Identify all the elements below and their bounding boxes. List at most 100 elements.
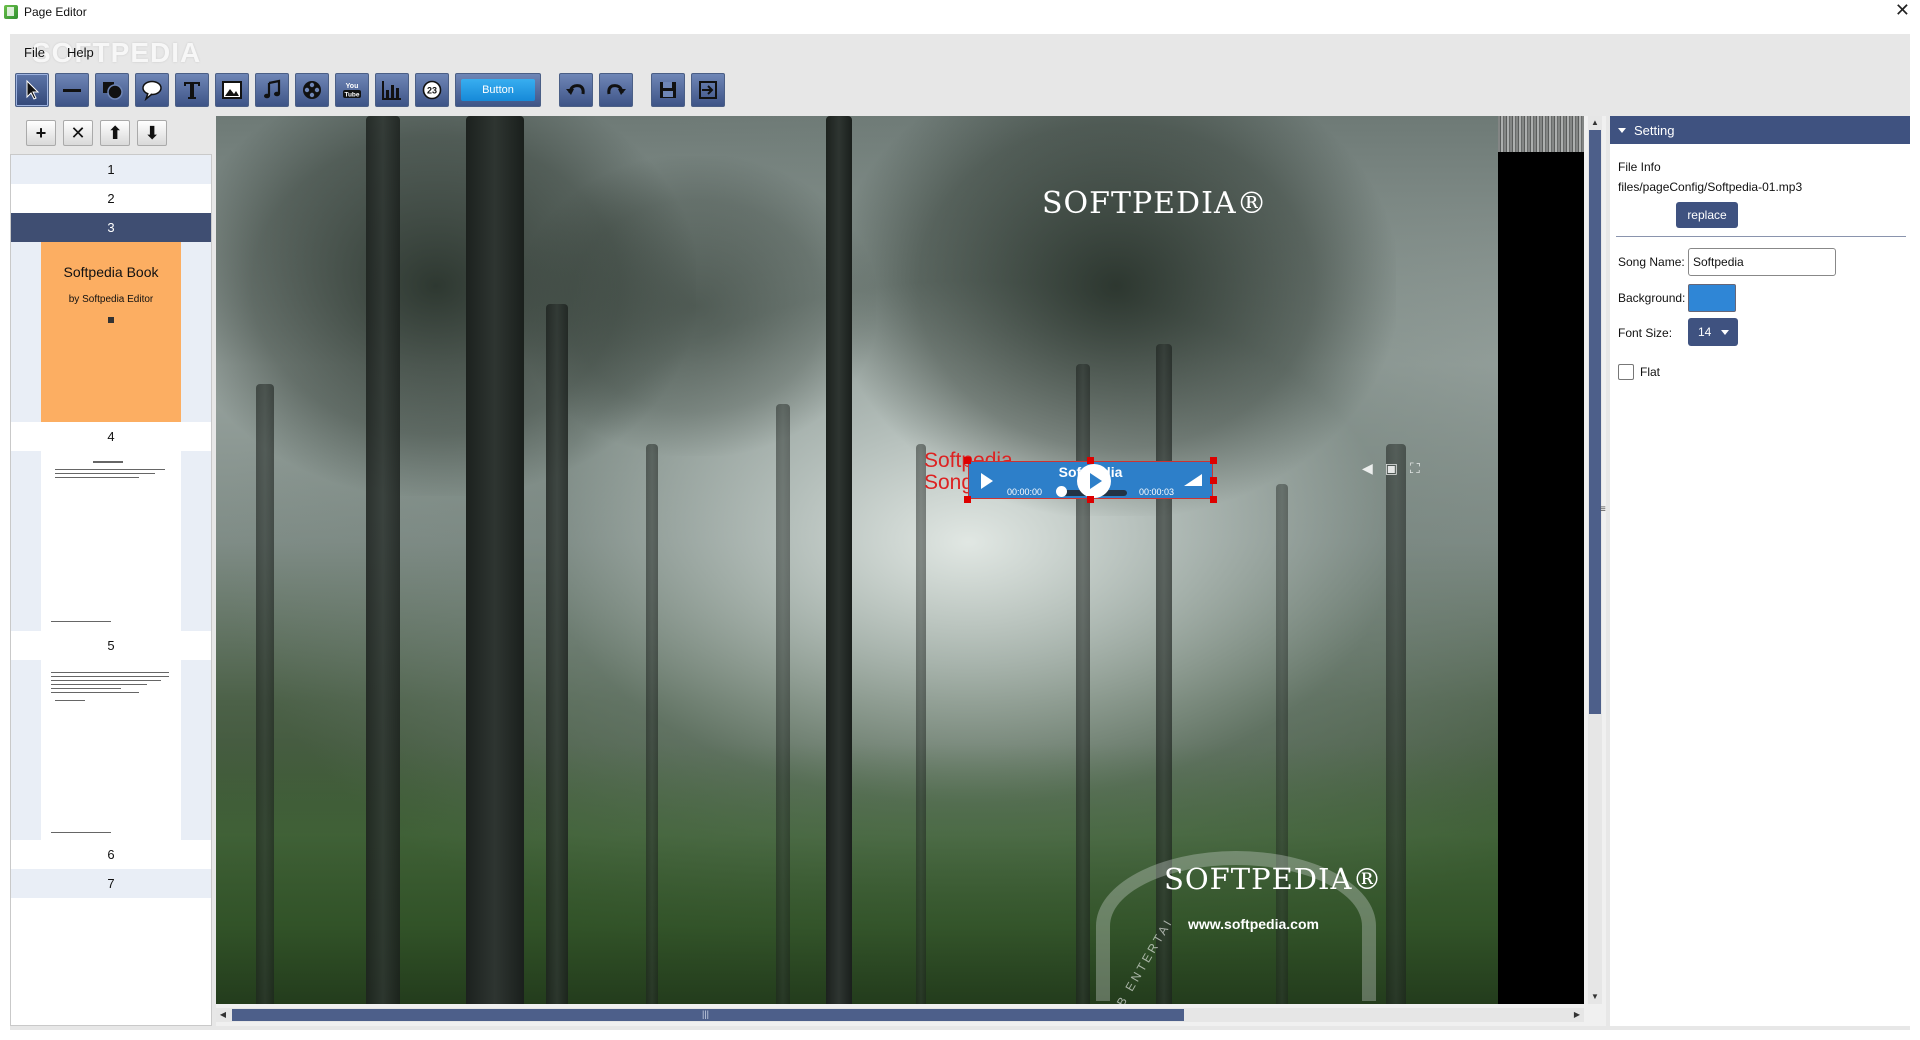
- svg-text:23: 23: [427, 86, 437, 96]
- softpedia-url: www.softpedia.com: [1188, 916, 1319, 932]
- menu-file[interactable]: File: [16, 45, 53, 60]
- page-panel: + ✕ ⬆ ⬇ 1 2 3 Softpedia Book by Softpedi…: [10, 116, 212, 1026]
- select-tool-button[interactable]: [15, 73, 49, 107]
- video-tool-button[interactable]: [295, 73, 329, 107]
- chevron-down-icon: [1721, 330, 1729, 335]
- video-controls: ◀ ▣ ⛶: [1362, 460, 1420, 477]
- canvas-area: SOFTPEDIA® SOFTPEDIA® www.softpedia.com …: [216, 116, 1606, 1026]
- big-play-icon[interactable]: [1077, 464, 1111, 498]
- text-t-icon: [184, 82, 200, 99]
- vertical-scrollbar[interactable]: ▲ ▼: [1588, 116, 1602, 1004]
- undo-button[interactable]: [559, 73, 593, 107]
- scroll-right-arrow-icon[interactable]: ▶: [1570, 1008, 1584, 1022]
- exit-button[interactable]: [691, 73, 725, 107]
- add-page-button[interactable]: +: [26, 120, 56, 146]
- redo-button[interactable]: [599, 73, 633, 107]
- noise-strip: [1498, 116, 1584, 152]
- page-item-1[interactable]: 1: [11, 155, 211, 184]
- button-widget-tool[interactable]: Button: [455, 73, 541, 107]
- shapes-icon: [103, 82, 123, 100]
- fullscreen-icon[interactable]: ⛶: [1410, 460, 1420, 477]
- move-page-up-button[interactable]: ⬆: [100, 120, 130, 146]
- softpedia-logo-top: SOFTPEDIA®: [1042, 186, 1268, 221]
- line-icon: [63, 89, 81, 92]
- background-color-swatch[interactable]: [1688, 284, 1736, 312]
- divider: [1616, 236, 1906, 237]
- speech-balloon-icon: [142, 80, 162, 101]
- file-info-label: File Info: [1618, 160, 1661, 174]
- caption-icon[interactable]: ▣: [1385, 460, 1398, 477]
- quiz-tool-button[interactable]: 23: [415, 73, 449, 107]
- setting-title: Setting: [1634, 122, 1675, 138]
- setting-header[interactable]: Setting: [1610, 116, 1910, 144]
- page-item-3[interactable]: 3: [11, 213, 211, 242]
- film-reel-icon: [303, 81, 321, 99]
- resize-handle-e[interactable]: [1210, 477, 1217, 484]
- undo-icon: [566, 84, 585, 95]
- delete-page-button[interactable]: ✕: [63, 120, 93, 146]
- font-size-select[interactable]: 14: [1688, 318, 1738, 346]
- page-item-4[interactable]: 4: [11, 422, 211, 451]
- scroll-grip-icon: |||: [702, 1009, 710, 1019]
- youtube-tool-button[interactable]: You Tube: [335, 73, 369, 107]
- panel-splitter-grip[interactable]: ≡: [1600, 504, 1608, 515]
- arrow-cursor-icon: [26, 79, 40, 100]
- resize-handle-se[interactable]: [1210, 496, 1217, 503]
- font-size-label: Font Size:: [1618, 326, 1673, 340]
- line-tool-button[interactable]: [55, 73, 89, 107]
- background-label: Background:: [1618, 291, 1686, 305]
- toolbar: You Tube 23 Button: [15, 72, 731, 108]
- redo-icon: [607, 84, 626, 95]
- scroll-down-arrow-icon[interactable]: ▼: [1588, 990, 1602, 1004]
- save-button[interactable]: [651, 73, 685, 107]
- resize-handle-ne[interactable]: [1210, 457, 1217, 464]
- page-stage[interactable]: SOFTPEDIA® SOFTPEDIA® www.softpedia.com …: [216, 116, 1584, 1004]
- page-thumbnail-3[interactable]: Softpedia Book by Softpedia Editor: [11, 242, 211, 422]
- scroll-left-arrow-icon[interactable]: ◀: [216, 1008, 230, 1022]
- title-bar: Page Editor ✕: [0, 0, 1920, 24]
- chart-tool-button[interactable]: [375, 73, 409, 107]
- resize-handle-n[interactable]: [1087, 457, 1094, 464]
- vertical-scroll-thumb[interactable]: [1589, 130, 1601, 714]
- shape-tool-button[interactable]: [95, 73, 129, 107]
- page-thumbnail-5[interactable]: [11, 660, 211, 840]
- music-note-icon: [264, 79, 281, 99]
- app-frame: SOFTPEDIA File Help You Tube 23 Button +…: [10, 34, 1910, 1030]
- play-icon[interactable]: [981, 473, 993, 489]
- softpedia-logo-bottom: SOFTPEDIA®: [1164, 862, 1383, 896]
- page-item-7[interactable]: 7: [11, 869, 211, 898]
- thumbnail-title: Softpedia Book: [63, 264, 159, 280]
- resize-handle-nw[interactable]: [964, 457, 971, 464]
- collapse-caret-icon: [1618, 127, 1626, 133]
- page-thumbnail-4[interactable]: [11, 451, 211, 631]
- flat-label: Flat: [1640, 365, 1661, 379]
- thumbnail-subtitle: by Softpedia Editor: [68, 294, 154, 305]
- resize-handle-s[interactable]: [1087, 496, 1094, 503]
- volume-icon[interactable]: [1184, 474, 1202, 486]
- page-item-2[interactable]: 2: [11, 184, 211, 213]
- app-icon: [4, 5, 18, 19]
- audio-player-widget[interactable]: Softpedia 00:00:00 00:00:03: [968, 461, 1213, 499]
- exit-icon: [699, 81, 717, 99]
- menu-help[interactable]: Help: [59, 45, 102, 60]
- image-tool-button[interactable]: [215, 73, 249, 107]
- setting-panel: Setting File Info files/pageConfig/Softp…: [1610, 116, 1910, 1026]
- close-window-button[interactable]: ✕: [1895, 0, 1910, 20]
- bar-chart-icon: [382, 81, 401, 100]
- audio-tool-button[interactable]: [255, 73, 289, 107]
- save-disk-icon: [660, 82, 676, 98]
- move-page-down-button[interactable]: ⬇: [137, 120, 167, 146]
- audio-duration: 00:00:03: [1138, 487, 1174, 497]
- resize-handle-sw[interactable]: [964, 496, 971, 503]
- speaker-icon[interactable]: ◀: [1362, 460, 1373, 477]
- audio-progress-knob[interactable]: [1056, 486, 1067, 497]
- text-tool-button[interactable]: [175, 73, 209, 107]
- replace-button[interactable]: replace: [1676, 202, 1738, 228]
- flat-checkbox[interactable]: [1618, 364, 1634, 380]
- song-name-input[interactable]: [1688, 248, 1836, 276]
- page-item-5[interactable]: 5: [11, 631, 211, 660]
- scroll-up-arrow-icon[interactable]: ▲: [1588, 116, 1602, 130]
- page-item-6[interactable]: 6: [11, 840, 211, 869]
- balloon-tool-button[interactable]: [135, 73, 169, 107]
- horizontal-scrollbar[interactable]: ◀ ||| ▶: [216, 1008, 1584, 1022]
